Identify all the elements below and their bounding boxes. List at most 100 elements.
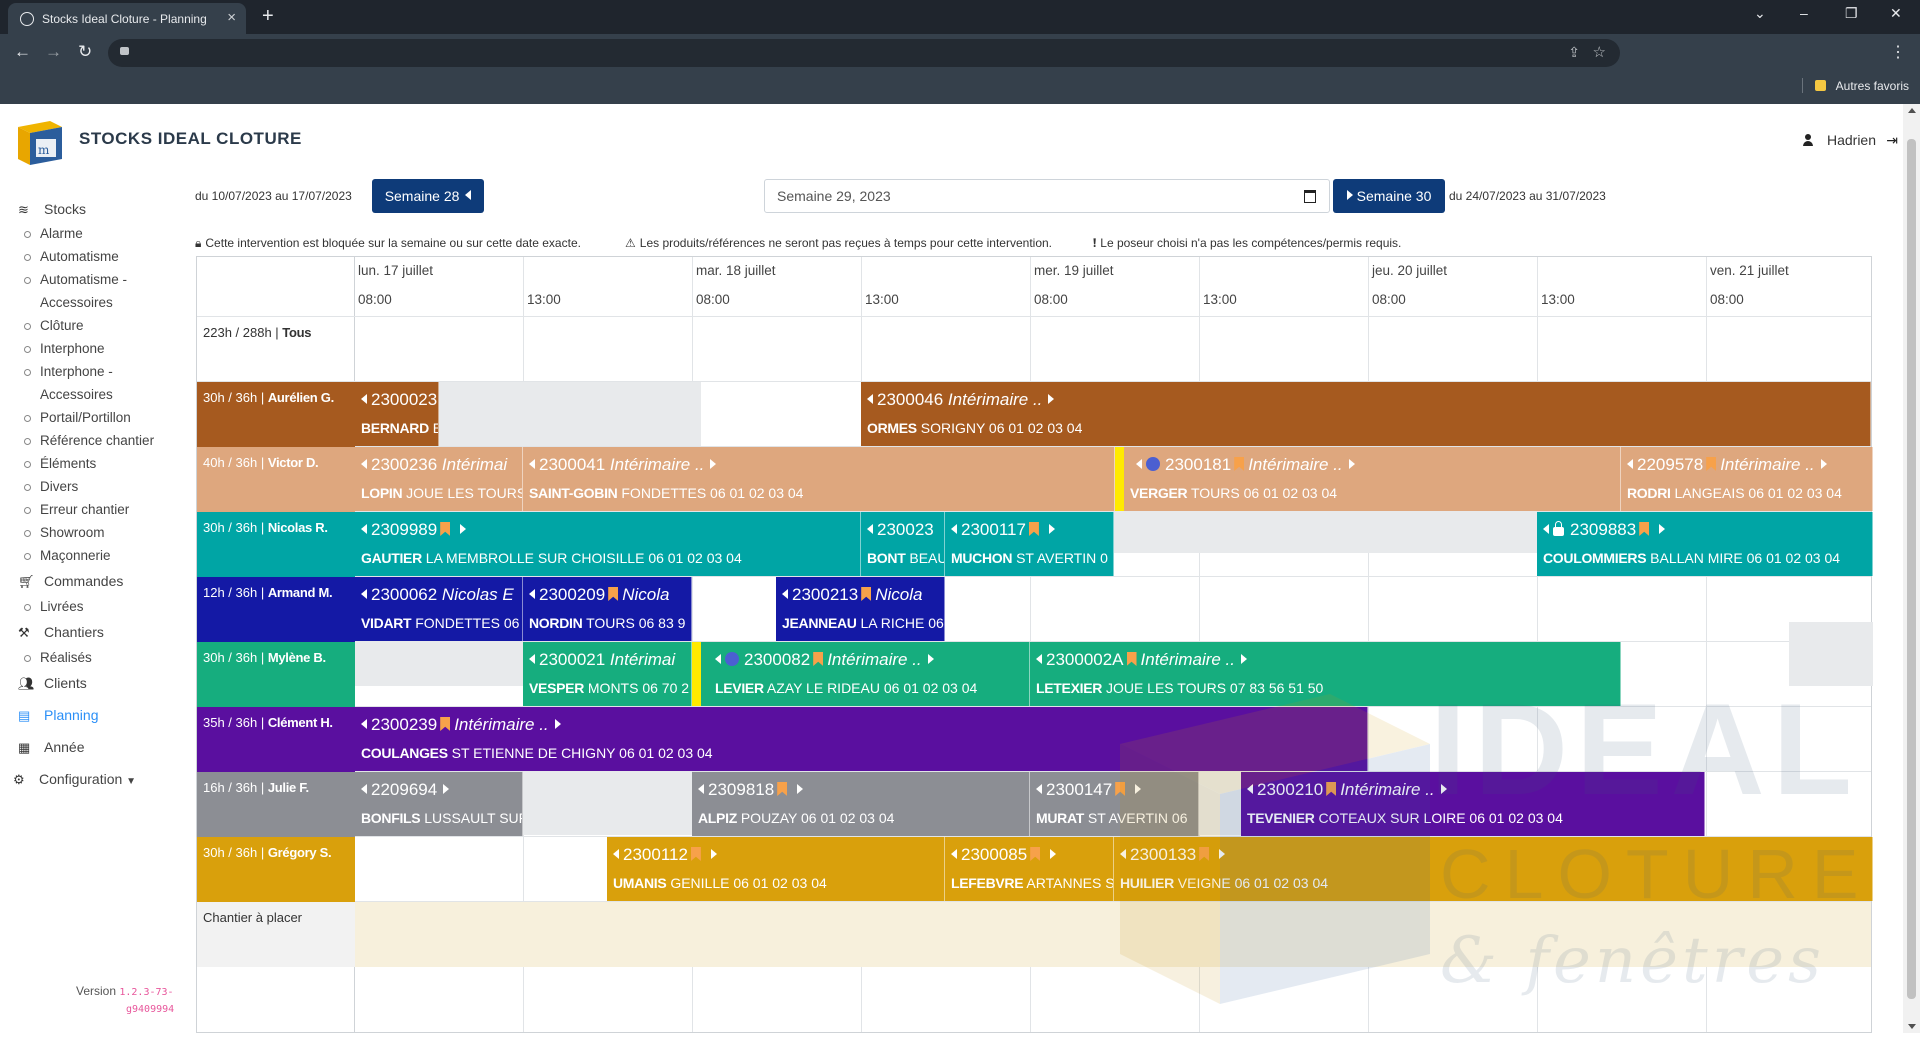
sidebar-item-realises[interactable]: Réalisés <box>24 650 92 665</box>
sidebar-item-automatisme-accessoires[interactable]: Automatisme - <box>24 272 127 287</box>
warning-marker <box>1115 447 1124 511</box>
sidebar-item-chantiers[interactable]: ⚒ Chantiers <box>18 624 104 640</box>
sidebar-item-reference-chantier[interactable]: Référence chantier <box>24 433 154 448</box>
event-2309883[interactable]: 2309883 COULOMMIERS BALLAN MIRE 06 01 02 … <box>1537 512 1873 576</box>
event-2300046[interactable]: 2300046 Intérimaire .. ORMES SORIGNY 06 0… <box>861 382 1871 446</box>
event-2300085[interactable]: 2300085 LEFEBVRE ARTANNES S <box>945 837 1114 901</box>
event-2300082[interactable]: 2300082 Intérimaire .. LEVIER AZAY LE RIDE… <box>701 642 1030 706</box>
sidebar-item-commandes[interactable]: 🛒︎ Commandes <box>18 573 123 589</box>
restore-icon[interactable]: ❐ <box>1845 5 1858 22</box>
event-client: JEANNEAU <box>782 615 857 631</box>
event-2300209[interactable]: 2300209 Nicola NORDIN TOURS 06 83 9 <box>523 577 692 641</box>
sidebar-item-label: Interphone - <box>40 364 113 379</box>
sidebar-item-divers[interactable]: Divers <box>24 479 79 494</box>
browser-tab[interactable]: Stocks Ideal Cloture - Planning × <box>8 3 246 34</box>
caret-left-icon <box>465 190 472 200</box>
week-picker[interactable]: Semaine 29, 2023 <box>764 179 1330 213</box>
sidebar-item-livrees[interactable]: Livrées <box>24 599 84 614</box>
event-details: TOURS 06 01 02 03 04 <box>1190 485 1338 501</box>
prev-week-button[interactable]: Semaine 28 <box>372 179 484 213</box>
event-flag: Intérimaire .. <box>1340 780 1435 799</box>
bookmark-icon <box>813 652 824 666</box>
event-flag: Intérimaire .. <box>947 390 1043 409</box>
close-tab-icon[interactable]: × <box>227 9 236 26</box>
sidebar-item-clients[interactable]: 👥︎ Clients <box>18 675 87 691</box>
row-name: Armand M. <box>267 585 333 600</box>
sidebar-item-showroom[interactable]: Showroom <box>24 525 105 540</box>
caret-right-icon <box>554 719 561 729</box>
sidebar-item-cloture[interactable]: Clôture <box>24 318 84 333</box>
event-2300133[interactable]: 2300133 HUILIER VEIGNE 06 01 02 03 04 <box>1114 837 1873 901</box>
row-hours: 30h / 36h <box>203 520 258 535</box>
tab-search-icon[interactable]: ⌄ <box>1754 5 1766 22</box>
bookmark-icon <box>1234 457 1245 471</box>
sidebar-item-portail[interactable]: Portail/Portillon <box>24 410 131 425</box>
next-week-button[interactable]: Semaine 30 <box>1333 179 1445 213</box>
event-2300147[interactable]: 2300147 MURAT ST AVERTIN 06 <box>1030 772 1199 836</box>
bookmarks-label: Autres favoris <box>1835 79 1909 93</box>
sidebar-item-erreur-chantier[interactable]: Erreur chantier <box>24 502 129 517</box>
forward-icon[interactable]: → <box>45 42 62 62</box>
sidebar-item-planning[interactable]: ▤ Planning <box>18 707 99 723</box>
event-2300239[interactable]: 2300239 Intérimaire .. COULANGES ST ETIENN… <box>355 707 1368 771</box>
event-2300002A[interactable]: 2300002A Intérimaire .. LETEXIER JOUE LES … <box>1030 642 1621 706</box>
sidebar-item-interphone-accessoires[interactable]: Interphone - <box>24 364 113 379</box>
sidebar-item-label: Divers <box>40 479 79 494</box>
event-230023[interactable]: 230023 BONT BEAU <box>861 512 945 576</box>
new-tab-icon[interactable]: + <box>262 5 274 28</box>
bookmark-icon <box>440 717 451 731</box>
sidebar-item-label: Réalisés <box>40 650 92 665</box>
event-2300236[interactable]: 2300236 Intérimai LOPIN JOUE LES TOURS <box>355 447 523 511</box>
unplaced-jobs-row[interactable] <box>355 902 1871 967</box>
back-icon[interactable]: ← <box>14 42 31 62</box>
scroll-up-icon[interactable] <box>1908 108 1916 113</box>
sidebar-item-interphone[interactable]: Interphone <box>24 341 105 356</box>
caret-right-icon <box>1659 524 1666 534</box>
scroll-thumb[interactable] <box>1907 139 1916 999</box>
event-2300117[interactable]: 2300117 MUCHON ST AVERTIN 0 <box>945 512 1114 576</box>
user-menu[interactable]: Hadrien <box>1802 132 1876 148</box>
event-2300021[interactable]: 2300021 Intérimai VESPER MONTS 06 70 2 <box>523 642 692 706</box>
calendar-icon[interactable] <box>1304 190 1316 203</box>
event-2300210[interactable]: 2300210 Intérimaire .. TEVENIER COTEAUX SU… <box>1241 772 1705 836</box>
event-2300041[interactable]: 2300041 Intérimaire .. SAINT-GOBIN FONDET… <box>523 447 1115 511</box>
bookmark-icon <box>1706 457 1717 471</box>
event-2300062[interactable]: 2300062 Nicolas E VIDART FONDETTES 06 <box>355 577 523 641</box>
event-2300023[interactable]: 2300023 BERNARD E <box>355 382 439 446</box>
browser-menu-icon[interactable]: ⋮ <box>1890 42 1906 62</box>
reload-icon[interactable]: ↻ <box>78 42 92 62</box>
sidebar-item-elements[interactable]: Éléments <box>24 456 96 471</box>
event-2300112[interactable]: 2300112 UMANIS GENILLE 06 01 02 03 04 <box>607 837 945 901</box>
sidebar-item-alarme[interactable]: Alarme <box>24 226 83 241</box>
sidebar-item-interphone-accessoires-2[interactable]: Accessoires <box>40 387 113 402</box>
sidebar-item-automatisme-accessoires-2[interactable]: Accessoires <box>40 295 113 310</box>
sidebar-item-automatisme[interactable]: Automatisme <box>24 249 119 264</box>
address-bar[interactable]: ⇪ ☆ <box>108 39 1620 67</box>
event-2309989[interactable]: 2309989 GAUTIER LA MEMBROLLE SUR CHOISILL… <box>355 512 861 576</box>
sidebar-item-annee[interactable]: ▦ Année <box>18 739 84 755</box>
other-bookmarks[interactable]: Autres favoris <box>1801 78 1909 93</box>
row-hours: 12h / 36h <box>203 585 258 600</box>
event-2309818[interactable]: 2309818 ALPIZ POUZAY 06 01 02 03 04 <box>692 772 1030 836</box>
page-scrollbar[interactable] <box>1903 104 1920 1033</box>
event-details: LA MEMBROLLE SUR CHOISILLE 06 01 02 03 0… <box>425 550 742 566</box>
close-window-icon[interactable]: ✕ <box>1890 5 1902 22</box>
sidebar-item-maconnerie[interactable]: Maçonnerie <box>24 548 111 563</box>
share-icon[interactable]: ⇪ <box>1568 44 1580 61</box>
bullet-icon <box>24 604 31 611</box>
logout-icon[interactable]: ⇥ <box>1886 132 1898 149</box>
hour-header: 08:00 <box>1372 292 1406 307</box>
event-2209694[interactable]: 2209694 BONFILS LUSSAULT SUF <box>355 772 523 836</box>
event-2300181[interactable]: 2300181 Intérimaire .. VERGER TOURS 06 01 … <box>1124 447 1621 511</box>
lock-icon <box>1553 521 1564 536</box>
sidebar-item-configuration[interactable]: ⚙ Configuration ▼ <box>13 771 136 787</box>
app-brand[interactable]: STOCKS IDEAL CLOTURE <box>79 129 302 149</box>
minimize-icon[interactable]: – <box>1800 5 1808 21</box>
scroll-down-icon[interactable] <box>1908 1024 1916 1029</box>
bookmark-icon <box>861 587 872 601</box>
event-2209578[interactable]: 2209578 Intérimaire .. RODRI LANGEAIS 06 0… <box>1621 447 1873 511</box>
event-2300213[interactable]: 2300213 Nicola JEANNEAU LA RICHE 06 <box>776 577 945 641</box>
calendar-icon: ▤ <box>18 708 31 723</box>
bookmark-star-icon[interactable]: ☆ <box>1593 43 1606 61</box>
sidebar-item-stocks[interactable]: ≋ Stocks <box>18 201 86 217</box>
